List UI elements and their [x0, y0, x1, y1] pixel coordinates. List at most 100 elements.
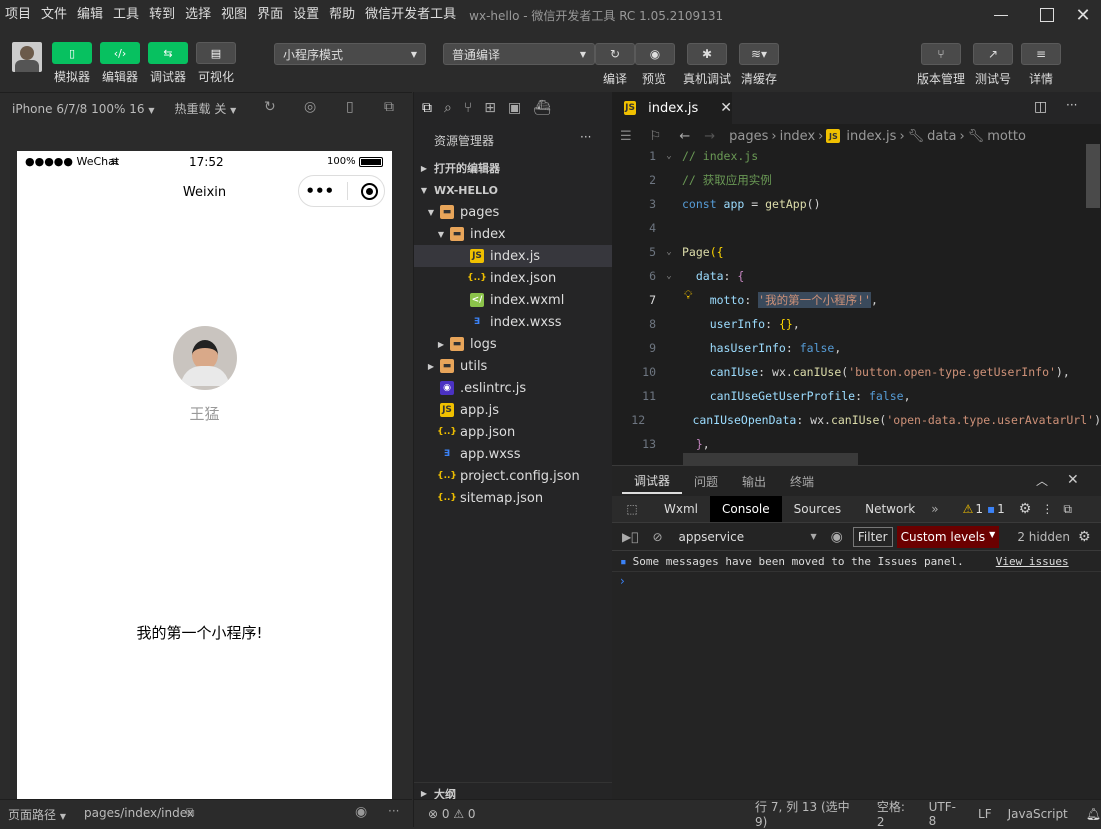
tree-item[interactable]: ▼ ▬ index [414, 223, 613, 245]
user-avatar[interactable] [173, 326, 237, 390]
tab-console[interactable]: Console [710, 496, 782, 522]
fold-icon[interactable]: ⌄ [656, 247, 682, 257]
sidebar-toggle-icon[interactable]: ▶⃞ [622, 530, 638, 544]
clear-cache-button[interactable]: ≋▾ [739, 43, 779, 65]
compile-select[interactable]: 普通编译 ▼ [443, 43, 595, 65]
menu-interface[interactable]: 界面 [252, 0, 288, 30]
compile-button[interactable]: ↻ [595, 43, 635, 65]
eye-icon[interactable]: ◉ [355, 804, 367, 820]
explorer-more-button[interactable]: ··· [580, 130, 591, 144]
crumb-file[interactable]: index.js [846, 129, 896, 144]
hot-reload-select[interactable]: 热重载 关 ▼ [175, 100, 237, 117]
tab-terminal[interactable]: 终端 [778, 468, 826, 494]
clear-console-icon[interactable]: ⊘ [652, 530, 662, 544]
extensions-icon[interactable]: ⊞ [484, 100, 496, 116]
indent-setting[interactable]: 空格: 2 [877, 798, 915, 829]
menu-settings[interactable]: 设置 [288, 0, 324, 30]
test-account-button[interactable]: ↗ [973, 43, 1013, 65]
source-control-icon[interactable]: ⑂ [464, 100, 472, 116]
menu-help[interactable]: 帮助 [324, 0, 360, 30]
stop-icon[interactable]: ◎ [304, 99, 316, 115]
split-editor-icon[interactable]: ◫ [1034, 99, 1047, 115]
tab-sources[interactable]: Sources [782, 496, 853, 522]
menu-view[interactable]: 视图 [216, 0, 252, 30]
chevron-up-icon[interactable]: ︿ [1036, 472, 1048, 489]
menu-select[interactable]: 选择 [180, 0, 216, 30]
inspect-icon[interactable]: ⬚ [612, 502, 652, 516]
details-button[interactable]: ≡ [1021, 43, 1061, 65]
crumb-data[interactable]: data [927, 129, 956, 144]
real-debug-button[interactable]: ✱ [687, 43, 727, 65]
project-section[interactable]: ▼ WX-HELLO [414, 179, 613, 201]
crumb-pages[interactable]: pages [729, 129, 768, 144]
view-issues-link[interactable]: View issues [996, 555, 1069, 568]
tree-item[interactable]: ∃ app.wxss [414, 443, 613, 465]
cursor-position[interactable]: 行 7, 列 13 (选中 9) [755, 798, 861, 829]
tree-item[interactable]: ∃ index.wxss [414, 311, 613, 333]
crumb-index[interactable]: index [780, 129, 816, 144]
language-mode[interactable]: JavaScript [1008, 807, 1068, 821]
menu-tools[interactable]: 工具 [108, 0, 144, 30]
tree-item[interactable]: ◉ .eslintrc.js [414, 377, 613, 399]
preview-button[interactable]: ◉ [635, 43, 675, 65]
context-select[interactable]: appservice [679, 530, 811, 544]
tab-wxml[interactable]: Wxml [652, 496, 710, 522]
tree-item[interactable]: {..} sitemap.json [414, 487, 613, 509]
files-icon[interactable]: ⧉ [422, 100, 432, 116]
warning-count[interactable]: 1 [975, 502, 983, 516]
dock-icon[interactable]: ⧉ [1063, 502, 1072, 517]
fold-icon[interactable]: ⌄ [656, 271, 682, 281]
tree-item[interactable]: {..} index.json [414, 267, 613, 289]
editor-scrollbar[interactable] [1086, 144, 1100, 208]
tree-item[interactable]: {..} project.config.json [414, 465, 613, 487]
tree-item[interactable]: JS app.js [414, 399, 613, 421]
eol-setting[interactable]: LF [978, 807, 992, 821]
kebab-icon[interactable]: ⋮ [1041, 502, 1053, 516]
search-icon[interactable]: ⌕ [444, 100, 452, 116]
open-editors-section[interactable]: ▶ 打开的编辑器 [414, 157, 613, 179]
console-prompt-icon[interactable]: › [620, 574, 625, 588]
mode-select[interactable]: 小程序模式 ▼ [274, 43, 426, 65]
console-settings-icon[interactable]: ⚙ [1078, 529, 1091, 545]
close-window-button[interactable]: ✕ [1063, 0, 1101, 30]
menu-file[interactable]: 文件 [36, 0, 72, 30]
bookmark-icon[interactable]: ⚐ [650, 129, 662, 144]
tree-item[interactable]: JS index.js [414, 245, 613, 267]
menu-edit[interactable]: 编辑 [72, 0, 108, 30]
maximize-button[interactable] [1027, 0, 1067, 30]
visual-toggle[interactable]: ▤ 可视化 [196, 42, 236, 85]
menu-project[interactable]: 项目 [0, 0, 36, 30]
crumb-motto[interactable]: motto [987, 129, 1026, 144]
page-path-select[interactable]: 页面路径 ▼ [8, 806, 66, 823]
avatar[interactable] [12, 42, 42, 72]
more-dots-icon[interactable]: ••• [305, 182, 334, 200]
forward-icon[interactable]: → [704, 129, 715, 144]
debugger-toggle[interactable]: ⇆ 调试器 [148, 42, 188, 85]
phone-frame-icon[interactable]: ▯ [346, 99, 354, 115]
tab-network[interactable]: Network [853, 496, 927, 522]
more-icon[interactable]: ··· [388, 804, 399, 818]
device-select[interactable]: iPhone 6/7/8 100% 16 ▼ [12, 102, 155, 116]
tree-item[interactable]: ▶ ▬ logs [414, 333, 613, 355]
encoding-setting[interactable]: UTF-8 [929, 800, 962, 828]
minimize-button[interactable] [981, 0, 1021, 30]
info-count[interactable]: 1 [997, 502, 1005, 516]
levels-select[interactable]: Custom levels ▼ [896, 525, 1000, 548]
problems-indicator[interactable]: ⊗ 0 ⚠ 0 [414, 799, 613, 827]
close-panel-icon[interactable]: ✕ [1067, 472, 1079, 488]
version-button[interactable]: ⑂ [921, 43, 961, 65]
tab-index-js[interactable]: JS index.js ✕ [612, 92, 732, 124]
editor-toggle[interactable]: ‹/› 编辑器 [100, 42, 140, 85]
copy-icon[interactable]: ⧉ [186, 805, 195, 820]
settings-gear-icon[interactable]: ⚙ [1019, 501, 1032, 517]
more-tabs-icon[interactable]: » [931, 502, 938, 516]
menu-goto[interactable]: 转到 [144, 0, 180, 30]
popout-icon[interactable]: ⧉ [384, 99, 394, 115]
tree-item[interactable]: ▼ ▬ pages [414, 201, 613, 223]
close-miniprogram-icon[interactable] [360, 182, 378, 200]
simulator-toggle[interactable]: ▯ 模拟器 [52, 42, 92, 85]
tree-item[interactable]: </ index.wxml [414, 289, 613, 311]
rotate-icon[interactable]: ↻ [264, 99, 276, 115]
bell-icon[interactable]: 🔔︎ [1086, 807, 1101, 821]
docker-icon[interactable]: ⛴ [533, 100, 551, 116]
